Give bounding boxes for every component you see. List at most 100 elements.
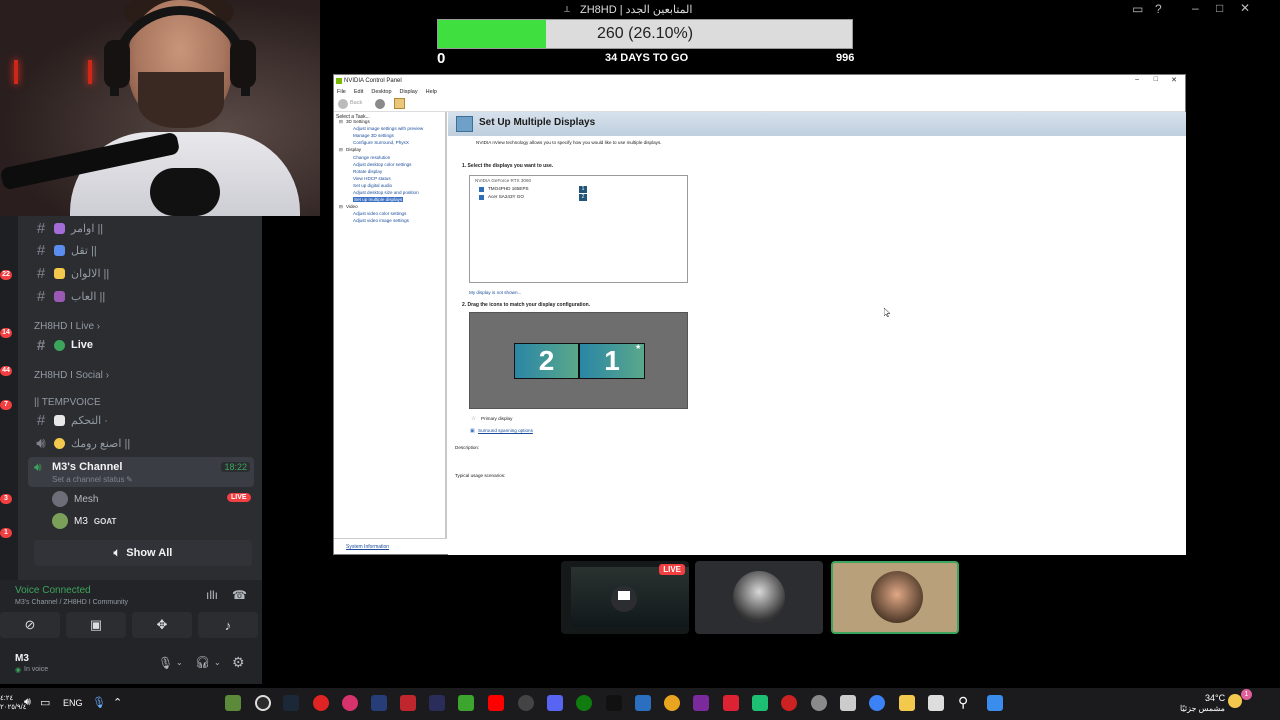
app-icon[interactable]: [723, 695, 739, 711]
clock-left[interactable]: ٤:٢٤ ٢٠٢٥/٩/٤: [0, 694, 26, 712]
category-live[interactable]: ZH8HD I Live ›: [34, 321, 100, 332]
app-icon[interactable]: [635, 695, 651, 711]
qbittorrent-icon[interactable]: [869, 695, 885, 711]
chevron-down-icon[interactable]: ⌄: [214, 658, 221, 667]
voice-activity-icon[interactable]: ıllı: [206, 588, 218, 602]
back-icon[interactable]: [338, 99, 348, 109]
menu-display[interactable]: Display: [400, 89, 418, 95]
voice-user[interactable]: M3 GOAT: [52, 511, 116, 531]
monitor-2[interactable]: 2: [514, 343, 579, 379]
app-icon[interactable]: [781, 695, 797, 711]
folder-icon[interactable]: [899, 695, 915, 711]
tree-task-link[interactable]: Set up digital audio: [353, 183, 392, 188]
window-titlebar[interactable]: NVIDIA Control Panel – □ ✕: [334, 75, 1185, 87]
notification-badge[interactable]: 1: [1241, 689, 1252, 700]
tree-task-link[interactable]: Adjust desktop color settings: [353, 162, 411, 167]
surround-options-link[interactable]: Surround spanning options: [478, 428, 533, 433]
play-icon[interactable]: [458, 695, 474, 711]
weather-temp[interactable]: 34°C: [1205, 693, 1225, 703]
tree-task-link[interactable]: View HDCP status: [353, 176, 391, 181]
voice-user[interactable]: Mesh: [52, 489, 98, 509]
tree-task-link[interactable]: Set up multiple displays: [353, 197, 404, 203]
tree-task-link[interactable]: Adjust video image settings: [353, 218, 409, 223]
close-icon[interactable]: ✕: [1240, 1, 1250, 15]
checkbox-checked-icon[interactable]: [479, 187, 484, 192]
menu-help[interactable]: Help: [426, 89, 437, 95]
chevron-up-icon[interactable]: ⌃: [113, 696, 122, 709]
gear-icon[interactable]: ⚙: [232, 654, 245, 671]
pencil-icon[interactable]: ✎: [126, 475, 133, 484]
stream-tile-user[interactable]: [695, 561, 823, 634]
text-channel[interactable]: # العاب ||: [34, 286, 105, 306]
obs-icon[interactable]: [255, 695, 271, 711]
app-icon[interactable]: [313, 695, 329, 711]
collapse-icon[interactable]: ⊟: [339, 204, 343, 210]
server-list[interactable]: 22 14 44 7 3 1: [0, 216, 18, 588]
screen-share-button[interactable]: ▣: [66, 612, 126, 638]
active-voice-channel[interactable]: 🔊︎ M3's Channel 18:22 Set a channel stat…: [28, 457, 254, 487]
app-icon[interactable]: [693, 695, 709, 711]
weather-text[interactable]: مشمس جزئيًا: [1180, 704, 1225, 713]
microphone-icon[interactable]: 🎙︎: [158, 656, 173, 670]
collapse-icon[interactable]: ⊟: [339, 119, 343, 125]
tree-task-link[interactable]: Change resolution: [353, 155, 390, 160]
tree-category[interactable]: Display: [346, 147, 361, 152]
tree-task-link[interactable]: Rotate display: [353, 169, 382, 174]
network-icon[interactable]: ▭: [40, 696, 50, 709]
forward-icon[interactable]: [375, 99, 385, 109]
stream-tile-speaking[interactable]: [831, 561, 959, 634]
volume-icon[interactable]: 🔊︎: [24, 696, 31, 709]
text-channel[interactable]: # الالوان ||: [34, 263, 109, 283]
app-icon[interactable]: [342, 695, 358, 711]
tiktok-icon[interactable]: [606, 695, 622, 711]
microphone-icon[interactable]: 🎙︎: [92, 696, 106, 709]
tree-category[interactable]: 3D Settings: [346, 119, 370, 124]
app-icon[interactable]: [752, 695, 768, 711]
category-tempvoice[interactable]: || TEMPVOICE: [34, 397, 101, 408]
xbox-icon[interactable]: [576, 695, 592, 711]
display-not-shown-link[interactable]: My display is not shown...: [469, 290, 521, 295]
live-channel[interactable]: # Live: [34, 335, 93, 355]
activities-button[interactable]: ✥: [132, 612, 192, 638]
tree-task-link[interactable]: Adjust desktop size and position: [353, 190, 419, 195]
home-icon[interactable]: [394, 98, 405, 109]
search-icon[interactable]: ⚲: [958, 694, 968, 711]
collapse-icon[interactable]: ⊟: [339, 147, 343, 153]
maximize-icon[interactable]: □: [1216, 1, 1223, 15]
category-social[interactable]: ZH8HD I Social ›: [34, 370, 109, 381]
tree-task-link[interactable]: Adjust image settings with preview: [353, 126, 423, 131]
camera-off-button[interactable]: ⊘: [0, 612, 60, 638]
app-icon[interactable]: [429, 695, 445, 711]
disconnect-icon[interactable]: ☎: [232, 588, 247, 602]
minimize-icon[interactable]: –: [1192, 1, 1199, 15]
language-indicator[interactable]: ENG: [63, 698, 83, 708]
menu-file[interactable]: File: [337, 89, 346, 95]
channel-status-hint[interactable]: Set a channel status: [52, 475, 125, 484]
calculator-icon[interactable]: [840, 695, 856, 711]
chrome-icon[interactable]: [664, 695, 680, 711]
help-icon[interactable]: ?: [1155, 2, 1162, 16]
checkbox-checked-icon[interactable]: [479, 195, 484, 200]
text-channel[interactable]: # تقل ||: [34, 240, 97, 260]
davinci-icon[interactable]: [371, 695, 387, 711]
stream-tile-live[interactable]: LIVE: [561, 561, 689, 634]
text-channel[interactable]: # اوامر ||: [34, 218, 103, 238]
menu-desktop[interactable]: Desktop: [371, 89, 391, 95]
menu-edit[interactable]: Edit: [354, 89, 363, 95]
close-icon[interactable]: ✕: [1171, 76, 1177, 84]
maximize-icon[interactable]: □: [1154, 76, 1158, 83]
user-name[interactable]: M3: [15, 653, 29, 664]
app-icon[interactable]: [225, 695, 241, 711]
notification-icon[interactable]: ▭: [1132, 2, 1143, 16]
tree-task-link[interactable]: Configure Surround, PhysX: [353, 140, 409, 145]
tree-task-link[interactable]: Adjust video color settings: [353, 211, 406, 216]
windows-start-icon[interactable]: [987, 695, 1003, 711]
steam-icon[interactable]: [283, 695, 299, 711]
discord-icon[interactable]: [547, 695, 563, 711]
system-information-link[interactable]: System Information: [334, 538, 447, 555]
youtube-icon[interactable]: [488, 695, 504, 711]
display-row[interactable]: TMO4PHD 165EPS 1: [479, 186, 679, 193]
chevron-down-icon[interactable]: ⌄: [176, 658, 183, 667]
voice-connected-path[interactable]: M3's Channel / ZH8HD I Community: [15, 599, 128, 606]
tree-task-link[interactable]: Manage 3D settings: [353, 133, 394, 138]
